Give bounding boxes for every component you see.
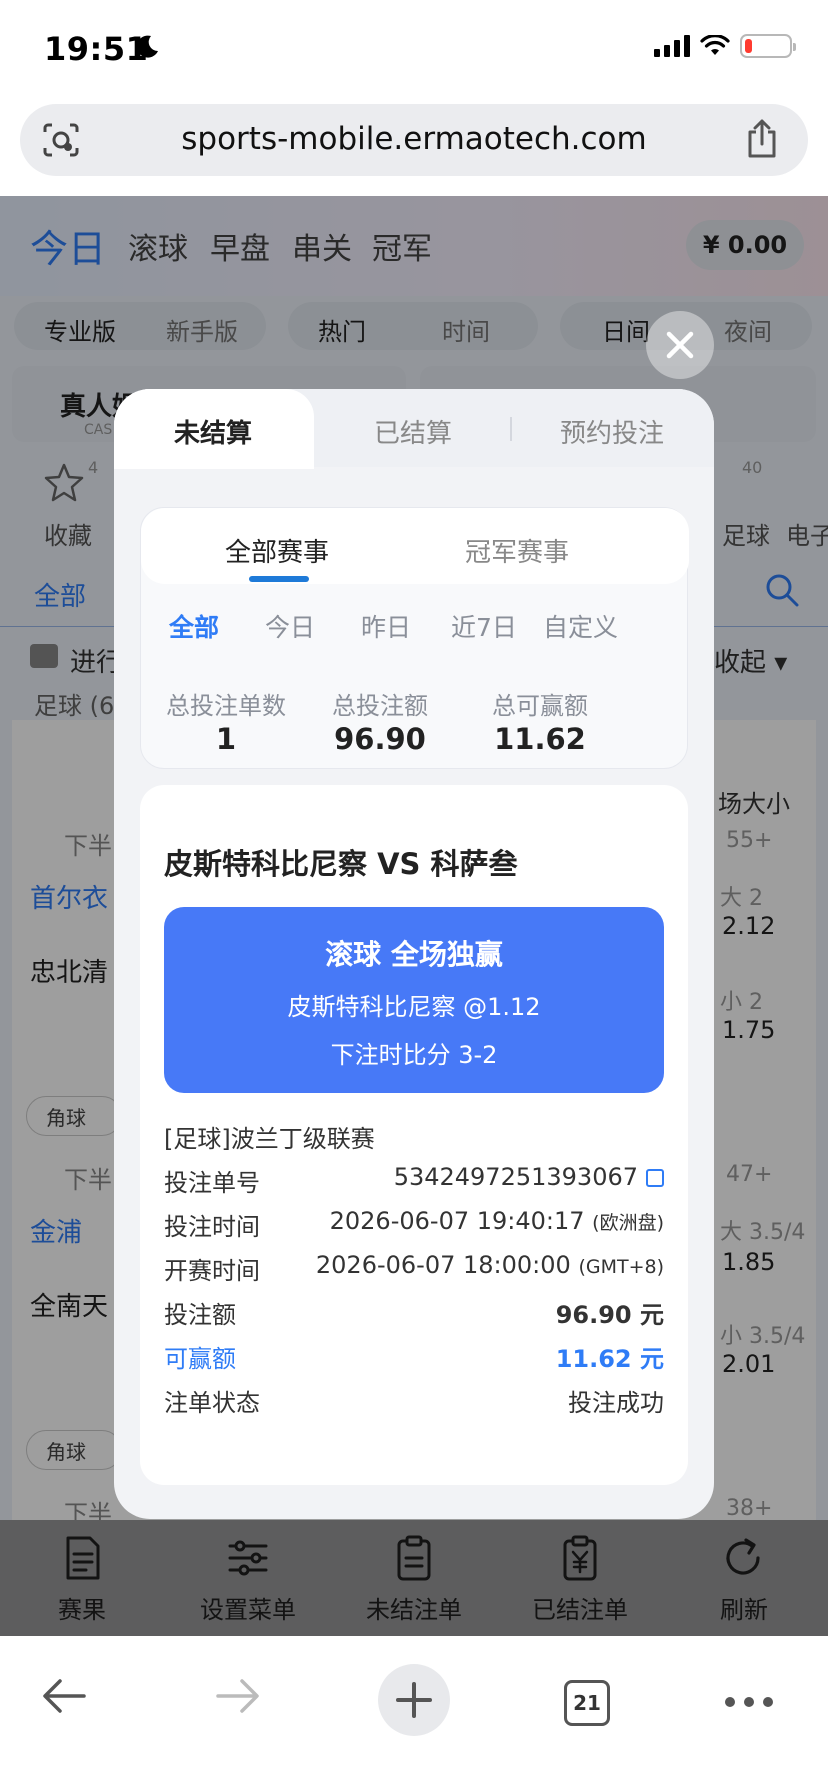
battery-icon (740, 34, 796, 58)
stake-row: 投注额 96.90 元 (164, 1295, 664, 1335)
bet-time-row: 投注时间 2026-06-07 19:40:17 (欧洲盘) (164, 1207, 664, 1247)
segment-all-events[interactable]: 全部赛事 (225, 532, 329, 569)
bet-records-modal: 未结算 已结算 预约投注 全部赛事 冠军赛事 全部 今日 昨日 近7日 自定义 … (114, 389, 714, 1519)
new-tab-button[interactable] (378, 1664, 450, 1736)
range-all[interactable]: 全部 (169, 608, 219, 644)
tab-unsettled[interactable]: 未结算 (174, 413, 252, 450)
more-options-icon[interactable] (724, 1696, 774, 1708)
total-bets-value: 1 (215, 722, 237, 756)
kickoff-time-value: 2026-06-07 18:00:00 (315, 1251, 571, 1279)
wifi-icon (700, 35, 730, 55)
url-text[interactable]: sports-mobile.ermaotech.com (20, 121, 808, 157)
bet-selection: 皮斯特科比尼察 @1.12 (287, 993, 541, 1021)
stake-label: 投注额 (164, 1301, 236, 1329)
bet-selection-banner: 滚球 全场独赢 皮斯特科比尼察 @1.12 下注时比分 3-2 (164, 907, 664, 1093)
modal-backdrop-bottom[interactable] (0, 1520, 828, 1636)
total-win-label: 总可赢额 (492, 692, 588, 720)
potential-win-value: 11.62 元 (555, 1345, 664, 1373)
stake-value: 96.90 元 (555, 1301, 664, 1329)
total-stake-label: 总投注额 (332, 692, 428, 720)
potential-win-row: 可赢额 11.62 元 (164, 1339, 664, 1379)
status-indicators (654, 34, 796, 58)
match-title: 皮斯特科比尼察 VS 科萨叁 (164, 847, 518, 881)
browser-address-area: sports-mobile.ermaotech.com (0, 96, 828, 196)
bet-market: 滚球 全场独赢 (325, 938, 503, 971)
kickoff-time-row: 开赛时间 2026-06-07 18:00:00 (GMT+8) (164, 1251, 664, 1291)
potential-win-label: 可赢额 (164, 1345, 236, 1373)
status-time: 19:51 (44, 30, 149, 68)
cellular-signal-icon (654, 35, 690, 57)
bet-id-value: 5342497251393067 (393, 1163, 638, 1191)
moon-icon (136, 35, 158, 58)
close-modal-button[interactable] (646, 311, 714, 379)
total-stake-value: 96.90 (334, 722, 426, 756)
segment-active-underline (249, 576, 309, 582)
league-name: [足球]波兰丁级联赛 (164, 1125, 375, 1153)
status-bar: 19:51 (0, 0, 828, 96)
bet-filter-card: 全部赛事 冠军赛事 全部 今日 昨日 近7日 自定义 总投注单数 1 总投注额 … (140, 507, 689, 769)
share-icon[interactable] (744, 118, 780, 160)
tab-settled[interactable]: 已结算 (374, 413, 452, 450)
bet-time-value: 2026-06-07 19:40:17 (329, 1207, 585, 1235)
bet-status-row: 注单状态 投注成功 (164, 1383, 664, 1423)
bet-detail-card: 皮斯特科比尼察 VS 科萨叁 滚球 全场独赢 皮斯特科比尼察 @1.12 下注时… (140, 785, 688, 1485)
range-yesterday[interactable]: 昨日 (361, 608, 411, 644)
odds-format-note: (欧洲盘) (592, 1212, 664, 1234)
bet-id-label: 投注单号 (164, 1169, 260, 1197)
forward-arrow-icon[interactable] (214, 1676, 262, 1716)
total-bets-label: 总投注单数 (166, 692, 286, 720)
tab-reserved-bets[interactable]: 预约投注 (560, 413, 664, 450)
plus-icon (396, 1682, 432, 1718)
bet-status-label: 注单状态 (164, 1389, 260, 1417)
back-arrow-icon[interactable] (40, 1676, 88, 1716)
copy-icon[interactable] (646, 1169, 664, 1187)
address-bar[interactable]: sports-mobile.ermaotech.com (20, 104, 808, 176)
range-today[interactable]: 今日 (265, 608, 315, 644)
kickoff-time-value-wrap: 2026-06-07 18:00:00 (GMT+8) (316, 1251, 664, 1279)
total-win-value: 11.62 (494, 722, 586, 756)
tab-switcher-button[interactable]: 21 (564, 1680, 610, 1726)
event-type-segment: 全部赛事 冠军赛事 (141, 508, 689, 584)
bet-id-row: 投注单号 5342497251393067 (164, 1163, 664, 1203)
bet-status-tabs: 未结算 已结算 预约投注 (114, 389, 714, 469)
browser-toolbar: 21 (0, 1636, 828, 1792)
range-last-7-days[interactable]: 近7日 (451, 608, 517, 644)
bet-score-at-placement: 下注时比分 3-2 (330, 1041, 498, 1069)
range-custom[interactable]: 自定义 (543, 608, 618, 644)
segment-champion-events[interactable]: 冠军赛事 (465, 532, 569, 569)
bet-status-value: 投注成功 (568, 1389, 664, 1417)
kickoff-time-label: 开赛时间 (164, 1257, 260, 1285)
bet-id-value-wrap: 5342497251393067 (394, 1163, 664, 1191)
bet-time-label: 投注时间 (164, 1213, 260, 1241)
close-icon (666, 331, 694, 359)
bet-time-value-wrap: 2026-06-07 19:40:17 (欧洲盘) (330, 1207, 664, 1235)
timezone-note: (GMT+8) (578, 1256, 664, 1278)
tab-separator (510, 417, 512, 441)
